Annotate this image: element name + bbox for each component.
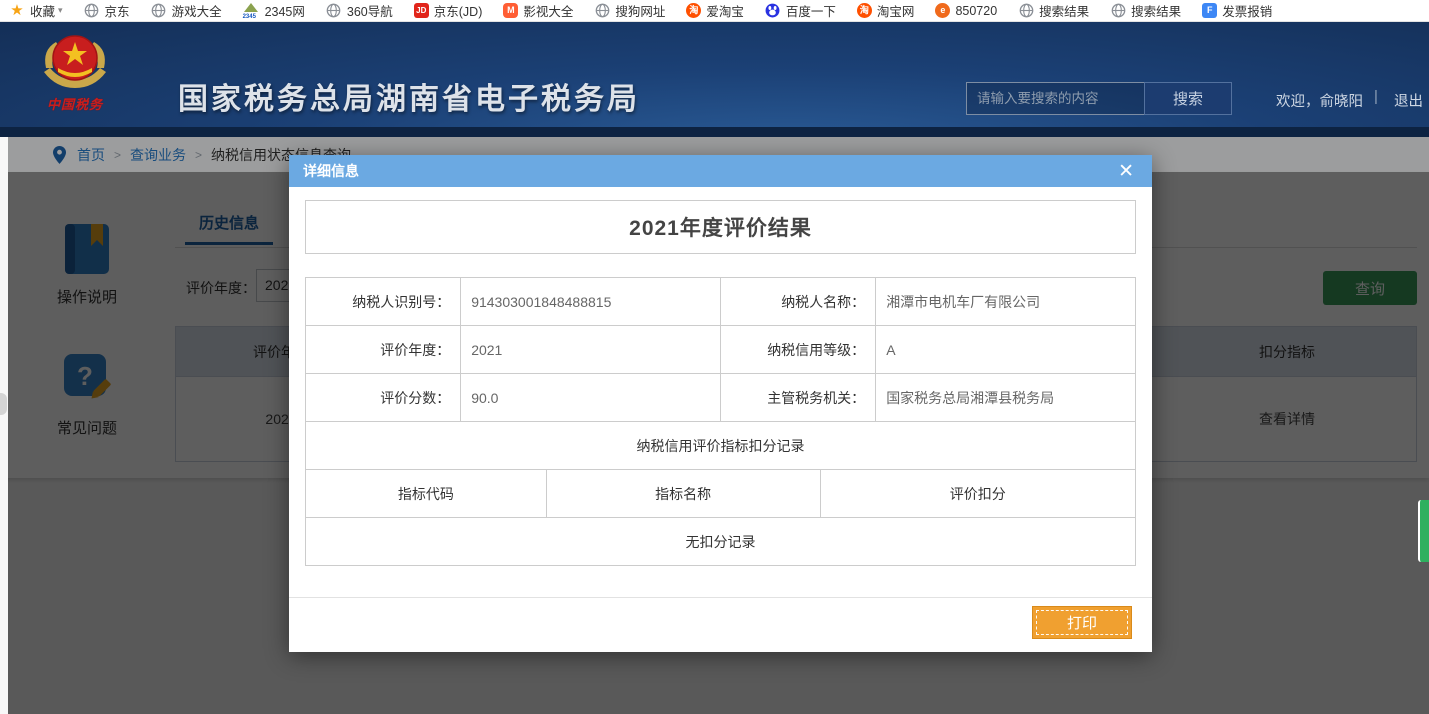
fapiao-icon: F [1202, 3, 1217, 18]
evaluation-year-label: 评价年度： [306, 326, 461, 374]
bookmark-label: 搜狗网址 [615, 1, 665, 20]
bookmark-label: 京东(JD) [434, 1, 483, 20]
taobao-icon: 淘 [686, 3, 701, 18]
taobao-icon: 淘 [857, 3, 872, 18]
left-edge-panel [0, 137, 8, 714]
panel-collapse-handle[interactable] [0, 393, 7, 415]
globe-icon [1110, 3, 1126, 19]
globe-icon [326, 3, 342, 19]
tax-authority-value: 国家税务总局湘潭县税务局 [876, 374, 1136, 422]
bookmark-item[interactable]: JD 京东(JD) [414, 1, 483, 20]
modal-titlebar: 详细信息 ✕ [289, 155, 1152, 187]
bookmark-item[interactable]: M 影视大全 [503, 1, 573, 20]
chevron-down-icon: ▾ [58, 5, 63, 16]
globe-icon [151, 3, 167, 19]
site-header: 中国税务 国家税务总局湖南省电子税务局 搜索 欢迎，俞晓阳 | 退出 [0, 22, 1429, 127]
taxpayer-name-label: 纳税人名称： [720, 278, 875, 326]
right-edge-float-widget[interactable] [1418, 500, 1429, 562]
no-deduction-record: 无扣分记录 [306, 518, 1136, 566]
bookmark-label: 搜索结果 [1039, 1, 1089, 20]
deduction-section-title: 纳税信用评价指标扣分记录 [306, 422, 1136, 470]
close-icon[interactable]: ✕ [1114, 162, 1138, 181]
credit-grade-label: 纳税信用等级： [720, 326, 875, 374]
page: ★ 收藏 ▾ 京东 游戏大全 2345 2345网 360导航 JD 京东(JD… [0, 0, 1429, 714]
bookmark-label: 850720 [955, 4, 997, 18]
table-row: 纳税人识别号： 914303001848488815 纳税人名称： 湘潭市电机车… [306, 278, 1136, 326]
bookmark-label: 淘宝网 [877, 1, 915, 20]
bookmark-label: 发票报销 [1222, 1, 1272, 20]
star-icon: ★ [9, 3, 25, 19]
modal-title: 详细信息 [303, 161, 1114, 181]
bookmark-item[interactable]: 360导航 [326, 1, 393, 20]
bookmark-item[interactable]: 搜狗网址 [594, 1, 665, 20]
evaluation-score-label: 评价分数： [306, 374, 461, 422]
bookmark-item[interactable]: 游戏大全 [151, 1, 222, 20]
bookmark-label: 京东 [105, 1, 130, 20]
taxpayer-id-label: 纳税人识别号： [306, 278, 461, 326]
table-row: 评价分数： 90.0 主管税务机关： 国家税务总局湘潭县税务局 [306, 374, 1136, 422]
bookmark-item[interactable]: 淘 淘宝网 [857, 1, 915, 20]
logout-link[interactable]: 退出 [1394, 90, 1423, 111]
taxpayer-name-value: 湘潭市电机车厂有限公司 [876, 278, 1136, 326]
baidu-icon [765, 3, 781, 19]
bookmark-item[interactable]: 京东 [84, 1, 130, 20]
jd-icon: JD [414, 3, 429, 18]
bookmark-label: 收藏 [30, 1, 55, 20]
table-row: 无扣分记录 [306, 518, 1136, 566]
search-button[interactable]: 搜索 [1144, 82, 1232, 115]
table-row: 评价年度： 2021 纳税信用等级： A [306, 326, 1136, 374]
evaluation-score-value: 90.0 [461, 374, 721, 422]
table-header-row: 指标代码 指标名称 评价扣分 [306, 470, 1136, 518]
bookmark-label: 360导航 [347, 1, 393, 20]
result-title: 2021年度评价结果 [629, 212, 812, 242]
credit-grade-value: A [876, 326, 1136, 374]
header-bottom-stripe [0, 127, 1429, 137]
table-row: 纳税信用评价指标扣分记录 [306, 422, 1136, 470]
bookmark-item[interactable]: 百度一下 [765, 1, 836, 20]
bookmark-label: 百度一下 [786, 1, 836, 20]
header-search: 搜索 [966, 82, 1232, 115]
bookmark-label: 搜索结果 [1131, 1, 1181, 20]
bookmark-item[interactable]: 2345 2345网 [243, 1, 305, 20]
globe-icon [1018, 3, 1034, 19]
evaluation-year-value: 2021 [461, 326, 721, 374]
taxpayer-id-value: 914303001848488815 [461, 278, 721, 326]
evaluation-info-table: 纳税人识别号： 914303001848488815 纳税人名称： 湘潭市电机车… [305, 277, 1136, 470]
orange-icon: e [935, 3, 950, 18]
bookmark-favorites[interactable]: ★ 收藏 ▾ [9, 1, 63, 20]
site-title: 国家税务总局湖南省电子税务局 [178, 74, 640, 118]
bookmark-label: 2345网 [265, 1, 305, 20]
bookmark-item[interactable]: e 850720 [935, 3, 997, 18]
print-button[interactable]: 打印 [1032, 606, 1132, 639]
welcome-text: 欢迎，俞晓阳 [1276, 90, 1363, 111]
browser-bookmarks-bar: ★ 收藏 ▾ 京东 游戏大全 2345 2345网 360导航 JD 京东(JD… [0, 0, 1429, 22]
bookmark-item[interactable]: 搜索结果 [1018, 1, 1089, 20]
header-separator: | [1374, 88, 1378, 105]
detail-info-modal: 详细信息 ✕ 2021年度评价结果 纳税人识别号： 91430300184848… [289, 155, 1152, 652]
bookmark-label: 游戏大全 [172, 1, 222, 20]
globe-icon [84, 3, 100, 19]
deduction-table: 指标代码 指标名称 评价扣分 无扣分记录 [305, 469, 1136, 566]
emblem-caption: 中国税务 [36, 94, 114, 113]
modal-body: 2021年度评价结果 纳税人识别号： 914303001848488815 纳税… [289, 187, 1152, 639]
search-input[interactable] [966, 82, 1144, 115]
column-header-evaluation-deduction: 评价扣分 [820, 470, 1135, 518]
globe-icon [594, 3, 610, 19]
video-icon: M [503, 3, 518, 18]
column-header-indicator-name: 指标名称 [546, 470, 820, 518]
tax-authority-label: 主管税务机关： [720, 374, 875, 422]
bookmark-label: 爱淘宝 [706, 1, 744, 20]
bookmark-item[interactable]: F 发票报销 [1202, 1, 1272, 20]
bookmark-item[interactable]: 淘 爱淘宝 [686, 1, 744, 20]
bookmark-item[interactable]: 搜索结果 [1110, 1, 1181, 20]
modal-footer: 打印 [305, 598, 1136, 639]
bookmark-label: 影视大全 [523, 1, 573, 20]
column-header-indicator-code: 指标代码 [306, 470, 547, 518]
2345-icon: 2345 [243, 3, 260, 19]
result-title-box: 2021年度评价结果 [305, 200, 1136, 254]
